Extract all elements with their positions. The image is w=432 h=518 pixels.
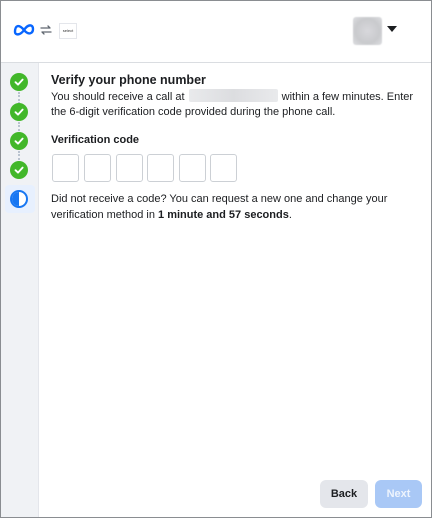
business-app-tile: select xyxy=(59,23,77,39)
code-digit-4-input[interactable] xyxy=(147,154,174,182)
code-digit-5-input[interactable] xyxy=(179,154,206,182)
header-bar: select xyxy=(1,1,431,63)
half-circle-icon xyxy=(10,190,28,208)
verification-code-label: Verification code xyxy=(51,134,140,146)
next-button[interactable]: Next xyxy=(375,480,422,508)
resend-info-text: Did not receive a code? You can request … xyxy=(51,191,423,223)
step-4-check-icon xyxy=(10,161,28,179)
main-content: Verify your phone number You should rece… xyxy=(51,73,423,221)
instructions-text: You should receive a call at within a fe… xyxy=(51,89,423,120)
page-title: Verify your phone number xyxy=(51,73,206,87)
step-2-check-icon xyxy=(10,103,28,121)
resend-end: . xyxy=(288,209,292,221)
code-digit-6-input[interactable] xyxy=(210,154,237,182)
resend-countdown: 1 minute and 57 seconds xyxy=(158,209,289,221)
swap-arrows-icon xyxy=(40,25,52,35)
current-step-highlight xyxy=(5,185,35,213)
code-digit-1-input[interactable] xyxy=(52,154,79,182)
avatar[interactable] xyxy=(353,17,382,45)
step-3-check-icon xyxy=(10,132,28,150)
progress-sidebar xyxy=(1,63,39,517)
meta-logo-icon xyxy=(13,24,35,36)
code-digit-3-input[interactable] xyxy=(116,154,143,182)
code-digit-2-input[interactable] xyxy=(84,154,111,182)
caret-down-icon[interactable] xyxy=(387,26,397,32)
dialog-window: select Verify your phone number You shou… xyxy=(0,0,432,518)
back-button[interactable]: Back xyxy=(320,480,368,508)
redacted-phone-number xyxy=(188,89,278,102)
instructions-part-1: You should receive a call at xyxy=(51,91,185,103)
step-1-check-icon xyxy=(10,73,28,91)
